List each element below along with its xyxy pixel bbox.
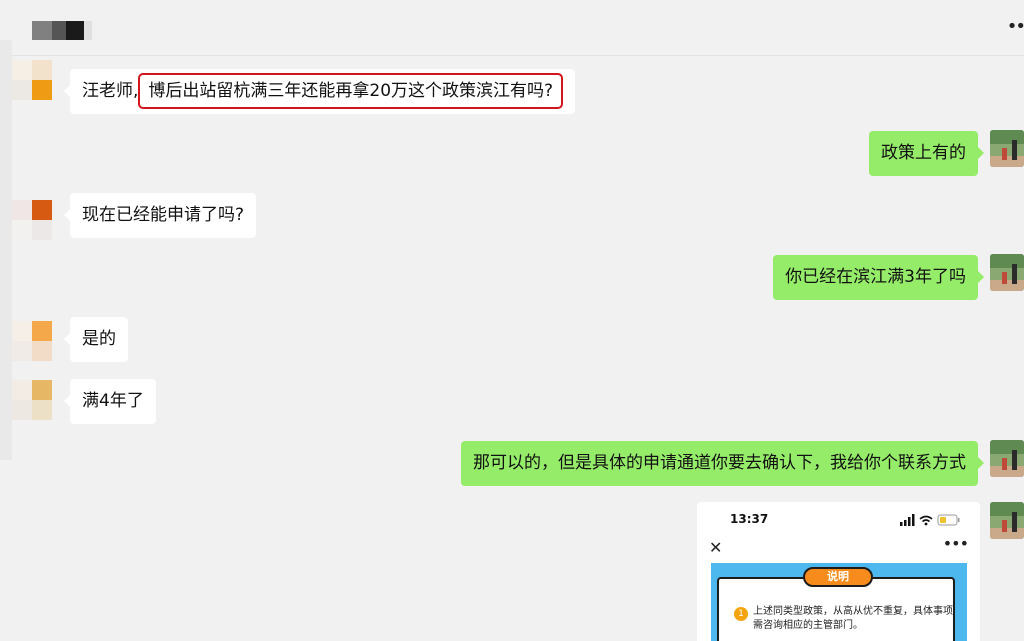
more-dots-icon[interactable]: ••: [1007, 16, 1024, 37]
avatar[interactable]: [12, 321, 52, 361]
avatar[interactable]: [12, 200, 52, 240]
message-bubble-incoming[interactable]: 现在已经能申请了吗?: [63, 193, 257, 238]
policy-note-panel: 1 上述同类型政策，从高从优不重复，具体事项需咨询相应的主管部门。 说明: [711, 563, 967, 641]
policy-note-text: 上述同类型政策，从高从优不重复，具体事项需咨询相应的主管部门。: [753, 606, 953, 631]
image-message-screenshot[interactable]: 13:37 ✕ ••• 1 上述同类型政策，从高从优不重复，具体事项需咨询相应的…: [697, 502, 980, 641]
highlighted-question: 博后出站留杭满三年还能再拿20万这个政策滨江有吗?: [138, 73, 564, 109]
sidebar-edge: [0, 40, 12, 460]
message-prefix: 汪老师,: [82, 81, 139, 101]
phone-status-bar: 13:37: [697, 512, 980, 528]
avatar[interactable]: [990, 254, 1024, 291]
chat-header: ••: [0, 0, 1024, 56]
message-bubble-outgoing[interactable]: 政策上有的: [869, 131, 984, 176]
chat-title-redacted: [32, 21, 92, 40]
message-bubble-outgoing[interactable]: 那可以的，但是具体的申请通道你要去确认下，我给你个联系方式: [461, 441, 984, 486]
avatar[interactable]: [990, 502, 1024, 539]
more-dots-icon[interactable]: •••: [943, 534, 969, 553]
phone-nav-row: ✕ •••: [697, 534, 980, 558]
status-time: 13:37: [730, 512, 769, 526]
avatar[interactable]: [12, 60, 52, 100]
message-bubble-incoming[interactable]: 满4年了: [64, 379, 156, 424]
avatar[interactable]: [12, 380, 52, 420]
note-tab-label: 说明: [803, 567, 873, 587]
avatar[interactable]: [990, 130, 1024, 167]
number-badge: 1: [734, 607, 748, 621]
status-icons: [900, 514, 960, 526]
message-bubble-incoming[interactable]: 是的: [64, 317, 128, 362]
message-bubble-incoming[interactable]: 汪老师, 博后出站留杭满三年还能再拿20万这个政策滨江有吗?: [63, 69, 576, 114]
message-bubble-outgoing[interactable]: 你已经在滨江满3年了吗: [773, 255, 984, 300]
close-icon[interactable]: ✕: [709, 538, 722, 557]
avatar[interactable]: [990, 440, 1024, 477]
